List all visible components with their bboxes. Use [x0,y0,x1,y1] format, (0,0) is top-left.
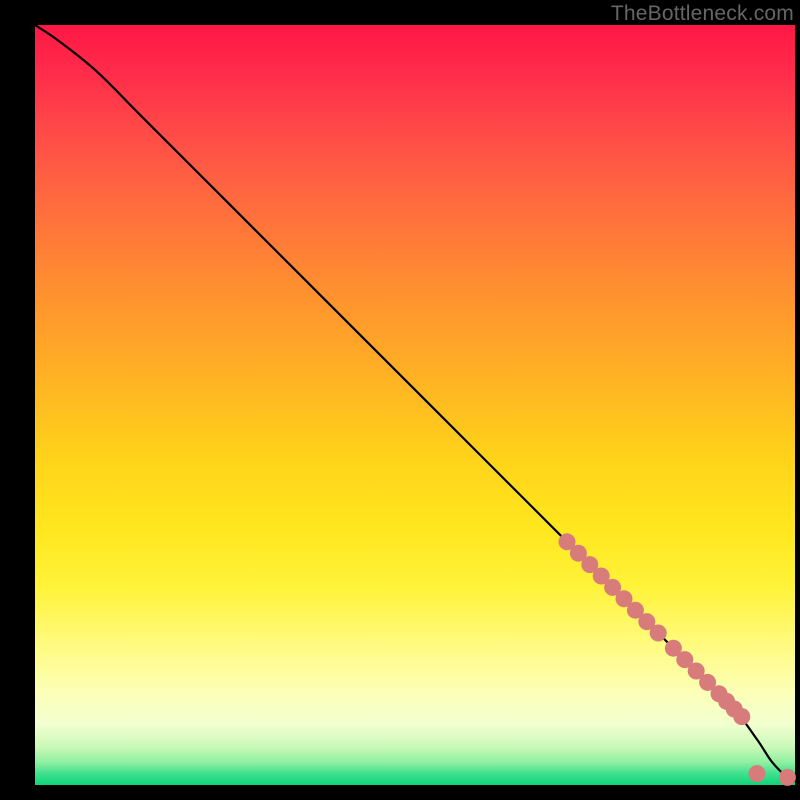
chart-frame: TheBottleneck.com [0,0,800,800]
data-point [749,765,766,782]
plot-area [35,25,795,785]
data-point [779,769,796,786]
chart-overlay [35,25,795,785]
curve-line [35,25,795,781]
data-points-group [559,533,796,786]
data-point [650,625,667,642]
data-point [733,708,750,725]
watermark-text: TheBottleneck.com [611,2,794,26]
